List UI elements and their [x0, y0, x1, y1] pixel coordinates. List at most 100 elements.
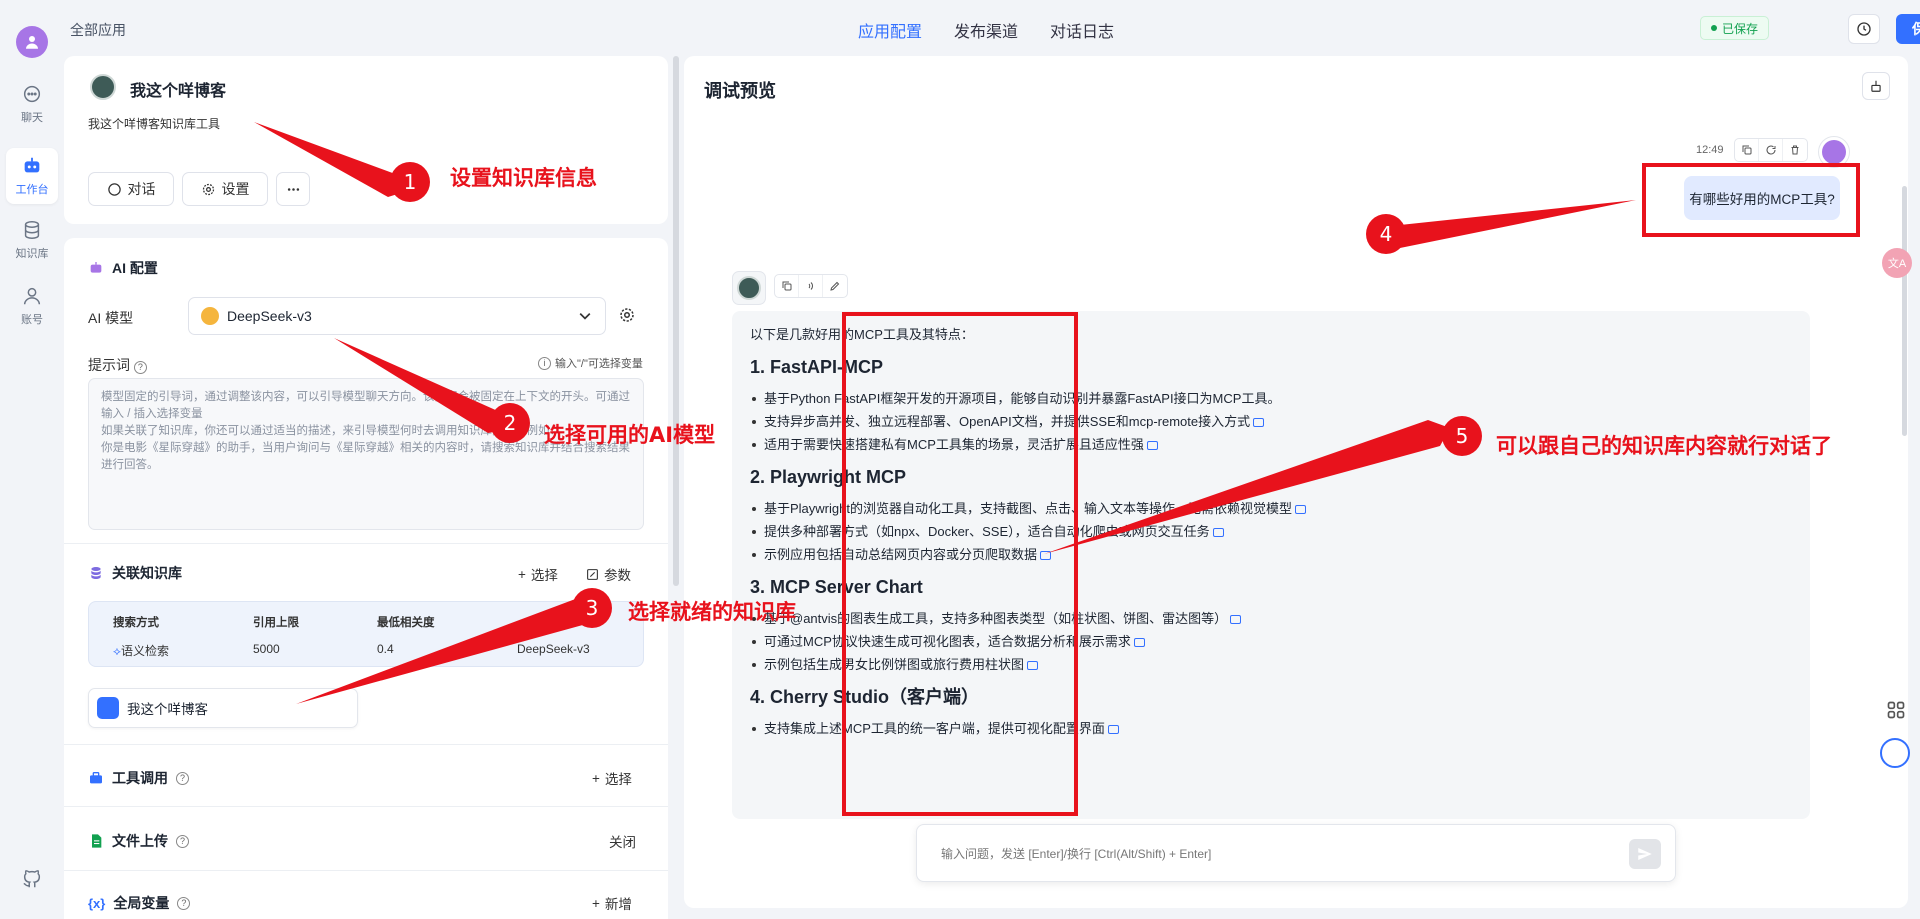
- breadcrumb[interactable]: 全部应用: [70, 20, 126, 40]
- delete-icon[interactable]: [1783, 139, 1807, 161]
- annotation-text-1: 设置知识库信息: [450, 166, 597, 190]
- edit-icon: [587, 568, 598, 580]
- settings-button[interactable]: 设置: [182, 172, 268, 206]
- clear-chat-button[interactable]: [1862, 72, 1890, 100]
- top-bar: 全部应用 应用配置 发布渠道 对话日志 已保存 保存: [64, 0, 1920, 56]
- annotation-box-answer: [842, 312, 1078, 816]
- save-button[interactable]: 保存: [1896, 14, 1920, 44]
- more-icon: [287, 187, 299, 191]
- th-min-relevance: 最低相关度: [377, 617, 435, 629]
- copy-icon[interactable]: [1735, 139, 1759, 161]
- help-icon[interactable]: ?: [176, 834, 189, 848]
- citation-icon[interactable]: [1107, 725, 1119, 735]
- annotation-number-2: 2: [490, 403, 530, 443]
- annotation-text-5: 可以跟自己的知识库内容就行对话了: [1496, 434, 1832, 458]
- vars-title: {x} 全局变量?: [88, 893, 191, 913]
- user-message-tools: [1734, 138, 1808, 162]
- chat-button[interactable]: 对话: [88, 172, 174, 206]
- database-icon: [91, 567, 101, 579]
- rail-label-account: 账号: [21, 314, 43, 326]
- annotation-box-user-message: [1642, 163, 1860, 237]
- citation-icon[interactable]: [1294, 505, 1306, 515]
- td-quote-limit: 5000: [253, 642, 280, 656]
- speaker-icon[interactable]: [799, 275, 823, 297]
- annotation-number-1: 1: [390, 162, 430, 202]
- rail-item-workbench[interactable]: 工作台: [6, 148, 58, 204]
- citation-icon[interactable]: [1146, 441, 1158, 451]
- translate-icon[interactable]: 文A: [1882, 248, 1912, 278]
- help-icon[interactable]: ?: [176, 771, 189, 785]
- chat-button-label: 对话: [127, 181, 156, 197]
- rail-item-knowledge[interactable]: 知识库: [6, 212, 58, 268]
- file-icon: [92, 834, 102, 848]
- citation-icon[interactable]: [1133, 638, 1145, 648]
- semantic-icon: ⟡: [113, 644, 121, 658]
- tools-select-button[interactable]: + 选择: [592, 768, 632, 788]
- copy-icon[interactable]: [775, 275, 799, 297]
- tools-select-label: 选择: [604, 772, 632, 787]
- tab-bar: 应用配置 发布渠道 对话日志: [858, 18, 1114, 42]
- vars-add-button[interactable]: + 新增: [592, 893, 632, 913]
- send-button[interactable]: [1629, 839, 1661, 869]
- user-avatar[interactable]: [16, 26, 48, 58]
- github-icon[interactable]: [21, 868, 43, 890]
- annotation-number-5: 5: [1442, 416, 1482, 456]
- database-icon: [24, 221, 40, 239]
- chat-input-placeholder: 输入问题，发送 [Enter]/换行 [Ctrl(Alt/Shift) + En…: [941, 847, 1212, 861]
- citation-icon[interactable]: [1253, 418, 1265, 428]
- td-search-mode-text: 语义检索: [120, 644, 169, 658]
- vars-title-text: 全局变量: [113, 895, 170, 911]
- grid-icon[interactable]: [1886, 700, 1906, 720]
- left-scrollbar[interactable]: [673, 56, 679, 586]
- rail-label-chat: 聊天: [21, 112, 43, 124]
- td-rerank-model: DeepSeek-v3: [517, 642, 590, 656]
- prompt-label-text: 提示词: [88, 357, 130, 373]
- preview-scrollbar[interactable]: [1902, 186, 1907, 436]
- robot-icon: [90, 262, 102, 273]
- config-card: AI 配置 AI 模型 DeepSeek-v3 提示词 ? i 输入"/"可选择变…: [64, 238, 668, 919]
- kb-select-label: 选择: [530, 568, 558, 583]
- more-button[interactable]: [276, 172, 310, 206]
- tab-app-config[interactable]: 应用配置: [858, 18, 922, 42]
- tab-publish[interactable]: 发布渠道: [954, 18, 1018, 42]
- divider: [64, 806, 668, 807]
- citation-icon[interactable]: [1212, 528, 1224, 538]
- assistant-robot-icon[interactable]: [1880, 738, 1910, 768]
- model-settings-icon[interactable]: [618, 306, 636, 324]
- td-min-relevance: 0.4: [377, 642, 394, 656]
- tab-logs[interactable]: 对话日志: [1050, 18, 1114, 42]
- saved-label: 已保存: [1722, 21, 1759, 36]
- upload-title-text: 文件上传: [112, 833, 168, 849]
- upload-toggle[interactable]: 关闭: [609, 831, 636, 851]
- th-search-mode: 搜索方式: [113, 617, 159, 629]
- rail-label-knowledge: 知识库: [15, 248, 49, 260]
- tools-title-text: 工具调用: [112, 770, 168, 786]
- help-icon[interactable]: ?: [177, 896, 191, 910]
- kb-item-icon: [97, 697, 119, 719]
- prompt-hint-text: 输入"/"可选择变量: [555, 358, 643, 370]
- rail-item-chat[interactable]: 聊天: [6, 76, 58, 132]
- kb-title: 关联知识库: [112, 565, 182, 581]
- vars-add-label: 新增: [604, 897, 632, 912]
- retry-icon[interactable]: [1759, 139, 1783, 161]
- model-emoji-icon: [201, 307, 219, 325]
- prompt-textarea[interactable]: 模型固定的引导词，通过调整该内容，可以引导模型聊天方向。该内容会被固定在上下文的…: [88, 378, 644, 530]
- rail-item-account[interactable]: 账号: [6, 278, 58, 334]
- kb-select-button[interactable]: + 选择: [518, 564, 558, 584]
- kb-item-name: 我这个咩博客: [127, 702, 208, 717]
- annotation-number-4: 4: [1366, 214, 1406, 254]
- info-icon: i: [538, 356, 551, 370]
- chat-input[interactable]: 输入问题，发送 [Enter]/换行 [Ctrl(Alt/Shift) + En…: [916, 824, 1676, 882]
- history-button[interactable]: [1848, 14, 1880, 44]
- upload-title: 文件上传?: [88, 831, 189, 851]
- kb-params-button[interactable]: 参数: [586, 564, 631, 584]
- help-icon[interactable]: ?: [133, 360, 147, 374]
- prompt-label: 提示词 ?: [88, 355, 147, 375]
- app-info-card: 我这个咩博客 我这个咩博客知识库工具 对话 设置: [64, 56, 668, 224]
- tools-title: 工具调用?: [88, 768, 189, 788]
- kb-item[interactable]: 我这个咩博客: [88, 688, 358, 728]
- variable-icon: {x}: [88, 895, 106, 911]
- edit-icon[interactable]: [823, 275, 847, 297]
- model-select[interactable]: DeepSeek-v3: [188, 297, 606, 335]
- citation-icon[interactable]: [1230, 615, 1242, 625]
